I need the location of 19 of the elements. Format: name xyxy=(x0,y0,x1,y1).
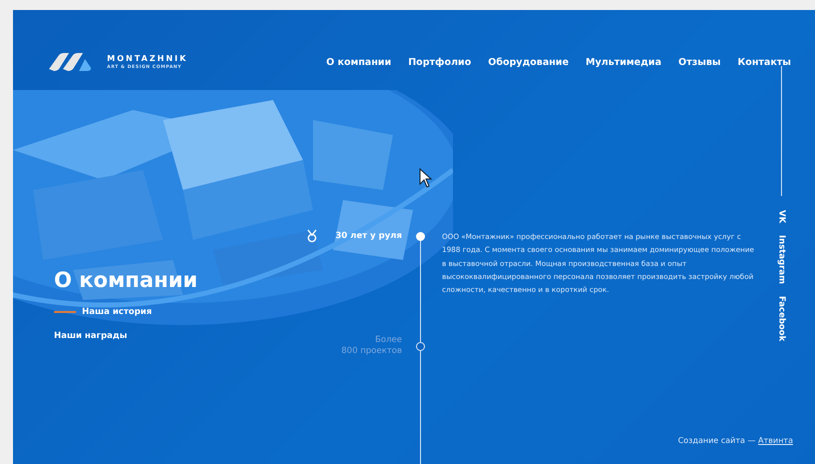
subnav-link[interactable]: Наша история xyxy=(82,307,152,317)
credit-text: Создание сайта — Атвинта xyxy=(678,436,793,447)
nav-link[interactable]: Оборудование xyxy=(488,56,569,68)
page-title: О компании xyxy=(54,268,199,292)
social-link[interactable]: Facebook xyxy=(776,296,786,342)
nav-link[interactable]: Мультимедиа xyxy=(586,56,662,68)
subnav-link[interactable]: Наши награды xyxy=(54,331,128,341)
social-link[interactable]: Instagram xyxy=(776,235,786,284)
nav-link[interactable]: Портфолио xyxy=(408,56,472,68)
logo-icon xyxy=(47,51,93,73)
social-link[interactable]: VK xyxy=(776,210,786,224)
nav-link[interactable]: Контакты xyxy=(738,56,791,68)
cursor-icon xyxy=(419,168,433,188)
timeline-dot[interactable] xyxy=(416,342,425,350)
nav-link[interactable]: Отзывы xyxy=(678,56,721,68)
medal-icon xyxy=(306,229,318,243)
logo-name: MONTAZHNIK xyxy=(107,54,188,63)
nav-link[interactable]: О компании xyxy=(326,56,392,68)
credit-link[interactable]: Атвинта xyxy=(758,436,793,445)
